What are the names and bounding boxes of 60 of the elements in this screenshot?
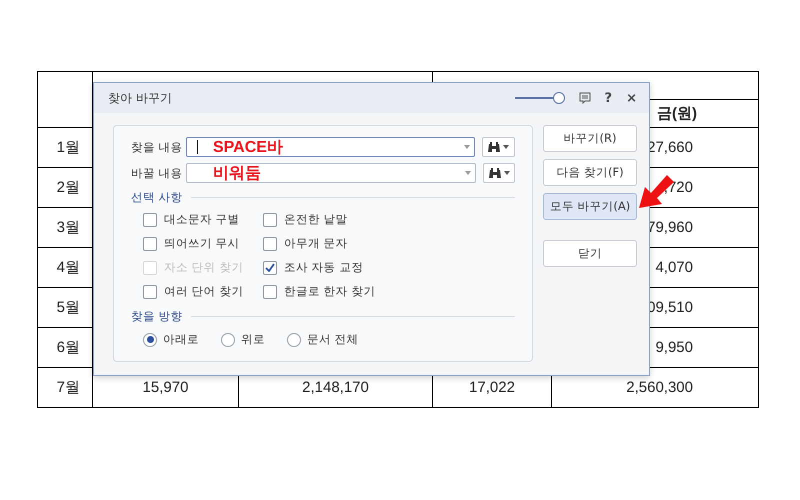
opacity-slider[interactable] — [514, 92, 565, 104]
table-cell: 9,950 — [655, 339, 693, 356]
month-cell: 6월 — [56, 339, 80, 356]
month-cell: 5월 — [56, 299, 80, 316]
checkbox-label: 한글로 한자 찾기 — [284, 284, 376, 299]
caret-icon — [502, 145, 509, 149]
dialog-button[interactable]: 닫기 — [543, 240, 637, 267]
binoculars-icon — [488, 142, 500, 152]
month-cell: 2월 — [56, 179, 80, 196]
checkbox[interactable] — [143, 236, 157, 250]
input-field[interactable]: SPACE바 — [186, 137, 475, 157]
radio-button[interactable] — [143, 332, 157, 346]
field-label: 바꿀 내용 — [131, 166, 181, 180]
checkbox-label: 온전한 낱말 — [284, 212, 348, 227]
binoculars-icon — [488, 168, 501, 178]
memo-icon[interactable] — [578, 92, 591, 104]
radio-button[interactable] — [221, 332, 235, 346]
table-cell: 2,148,170 — [302, 379, 369, 396]
caret-icon — [504, 171, 510, 175]
dialog-button[interactable]: 바꾸기(R) — [543, 125, 637, 152]
radio-button[interactable] — [287, 332, 301, 346]
dialog-title: 찾아 바꾸기 — [108, 90, 173, 106]
dropdown-icon[interactable] — [464, 145, 470, 149]
checkbox-label: 대소문자 구별 — [164, 212, 240, 227]
help-button[interactable]: ? — [604, 90, 612, 106]
radio-label: 아래로 — [163, 332, 199, 347]
checkbox[interactable] — [143, 284, 157, 298]
input-field[interactable]: 비워둠 — [186, 163, 476, 183]
table-cell: 17,022 — [469, 379, 515, 396]
checkbox-label: 자소 단위 찾기 — [164, 260, 244, 275]
month-cell: 3월 — [56, 219, 80, 236]
table-cell: 15,970 — [142, 379, 188, 396]
dialog-button[interactable]: 모두 바꾸기(A) — [543, 193, 637, 220]
checkbox[interactable] — [143, 212, 157, 226]
binoculars-button[interactable] — [483, 163, 515, 183]
field-label: 찾을 내용 — [131, 140, 181, 154]
month-cell: 7월 — [56, 379, 80, 396]
checkbox-label: 아무개 문자 — [284, 236, 348, 251]
checkbox[interactable] — [263, 284, 277, 298]
section-title: 선택 사항 — [131, 190, 183, 204]
dropdown-icon[interactable] — [465, 171, 472, 175]
table-cell: 4,070 — [655, 259, 693, 276]
checkbox-label: 띄어쓰기 무시 — [164, 236, 240, 251]
checkbox-label: 여러 단어 찾기 — [164, 284, 244, 299]
section-title: 찾을 방향 — [131, 308, 183, 324]
radio-label: 위로 — [241, 332, 265, 347]
binoculars-button[interactable] — [482, 137, 515, 157]
close-button[interactable]: × — [626, 90, 637, 106]
checkbox[interactable] — [263, 236, 277, 250]
checkbox[interactable] — [263, 260, 277, 274]
checkbox[interactable] — [263, 212, 277, 226]
month-cell: 4월 — [56, 259, 80, 276]
dialog-button[interactable]: 다음 찾기(F) — [543, 159, 637, 186]
table-cell: 2,560,300 — [626, 379, 693, 396]
table-cell: 79,960 — [647, 219, 693, 236]
month-cell: 1월 — [56, 139, 80, 156]
checkbox-label: 조사 자동 교정 — [284, 260, 364, 275]
column-header: 금(원) — [657, 105, 697, 122]
radio-label: 문서 전체 — [307, 332, 359, 347]
slider-thumb[interactable] — [552, 92, 565, 104]
